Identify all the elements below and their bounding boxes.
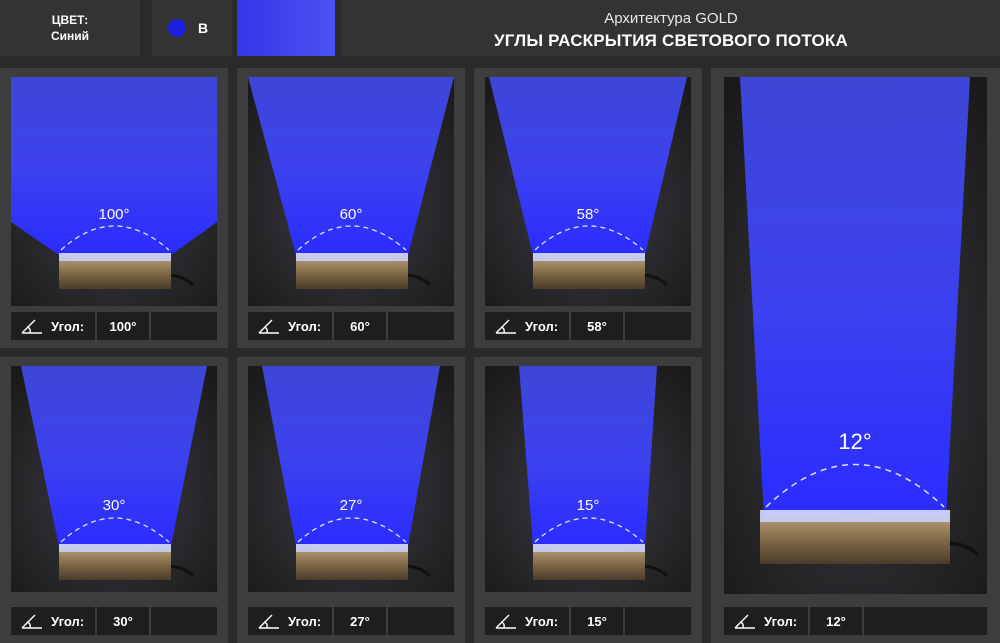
angle-label: Угол: bbox=[525, 318, 559, 334]
angle-info-bar: Угол: 12° bbox=[724, 607, 987, 635]
angle-value: 27° bbox=[340, 497, 363, 514]
angle-icon bbox=[495, 319, 516, 334]
angle-card-large: 12° Угол: 12° bbox=[711, 68, 1000, 643]
angle-icon bbox=[258, 319, 279, 334]
angle-value-cell: 100° bbox=[97, 312, 149, 340]
color-label: ЦВЕТ: bbox=[51, 13, 89, 27]
angle-label: Угол: bbox=[525, 613, 559, 629]
angle-value-cell: 15° bbox=[571, 607, 623, 635]
angle-label: Угол: bbox=[288, 318, 322, 334]
angle-value: 60° bbox=[340, 206, 363, 223]
page-title: УГЛЫ РАСКРЫТИЯ СВЕТОВОГО ПОТОКА bbox=[494, 31, 848, 50]
angle-info-bar: Угол: 58° bbox=[485, 312, 691, 340]
angle-value: 30° bbox=[103, 497, 126, 514]
angle-card: 15° Угол: 15° bbox=[474, 357, 702, 643]
angle-info-bar: Угол: 27° bbox=[248, 607, 454, 635]
angle-label: Угол: bbox=[51, 318, 85, 334]
angle-image: 15° bbox=[485, 366, 691, 592]
color-code-box: B bbox=[152, 0, 232, 56]
angle-value: 15° bbox=[577, 497, 600, 514]
angle-image: 12° bbox=[724, 77, 987, 594]
angle-icon bbox=[734, 614, 755, 629]
angle-label: Угол: bbox=[764, 613, 798, 629]
title-box: Архитектура GOLD УГЛЫ РАСКРЫТИЯ СВЕТОВОГ… bbox=[342, 0, 1000, 56]
color-label-box: ЦВЕТ: Синий bbox=[0, 0, 140, 56]
angle-icon bbox=[258, 614, 279, 629]
angle-value: 100° bbox=[98, 206, 129, 223]
angle-info-bar: Угол: 100° bbox=[11, 312, 217, 340]
angle-value: 58° bbox=[577, 206, 600, 223]
angle-value-cell: 27° bbox=[334, 607, 386, 635]
angle-info-bar: Угол: 60° bbox=[248, 312, 454, 340]
brand-name: Архитектура GOLD bbox=[604, 10, 738, 27]
angle-image: 60° bbox=[248, 77, 454, 306]
angle-icon bbox=[495, 614, 516, 629]
angle-image: 58° bbox=[485, 77, 691, 306]
color-value: Синий bbox=[50, 29, 90, 43]
color-dot-icon bbox=[168, 19, 186, 37]
angle-value-cell: 30° bbox=[97, 607, 149, 635]
angle-value: 12° bbox=[838, 429, 871, 454]
angle-icon bbox=[21, 319, 42, 334]
angle-info-bar: Угол: 30° bbox=[11, 607, 217, 635]
angle-value-cell: 60° bbox=[334, 312, 386, 340]
angle-image: 27° bbox=[248, 366, 454, 592]
angle-label: Угол: bbox=[288, 613, 322, 629]
color-code: B bbox=[198, 20, 209, 36]
angle-image: 100° bbox=[11, 77, 217, 306]
angle-card: 60° Угол: 60° bbox=[237, 68, 465, 348]
angle-label: Угол: bbox=[51, 613, 85, 629]
angle-icon bbox=[21, 614, 42, 629]
angle-card: 58° Угол: 58° bbox=[474, 68, 702, 348]
angle-value-cell: 58° bbox=[571, 312, 623, 340]
angle-image: 30° bbox=[11, 366, 217, 592]
angle-card: 30° Угол: 30° bbox=[0, 357, 228, 643]
angle-card: 27° Угол: 27° bbox=[237, 357, 465, 643]
color-swatch bbox=[237, 0, 335, 56]
angle-info-bar: Угол: 15° bbox=[485, 607, 691, 635]
angle-value-cell: 12° bbox=[810, 607, 862, 635]
angle-card: 100° Угол: 100° bbox=[0, 68, 228, 348]
